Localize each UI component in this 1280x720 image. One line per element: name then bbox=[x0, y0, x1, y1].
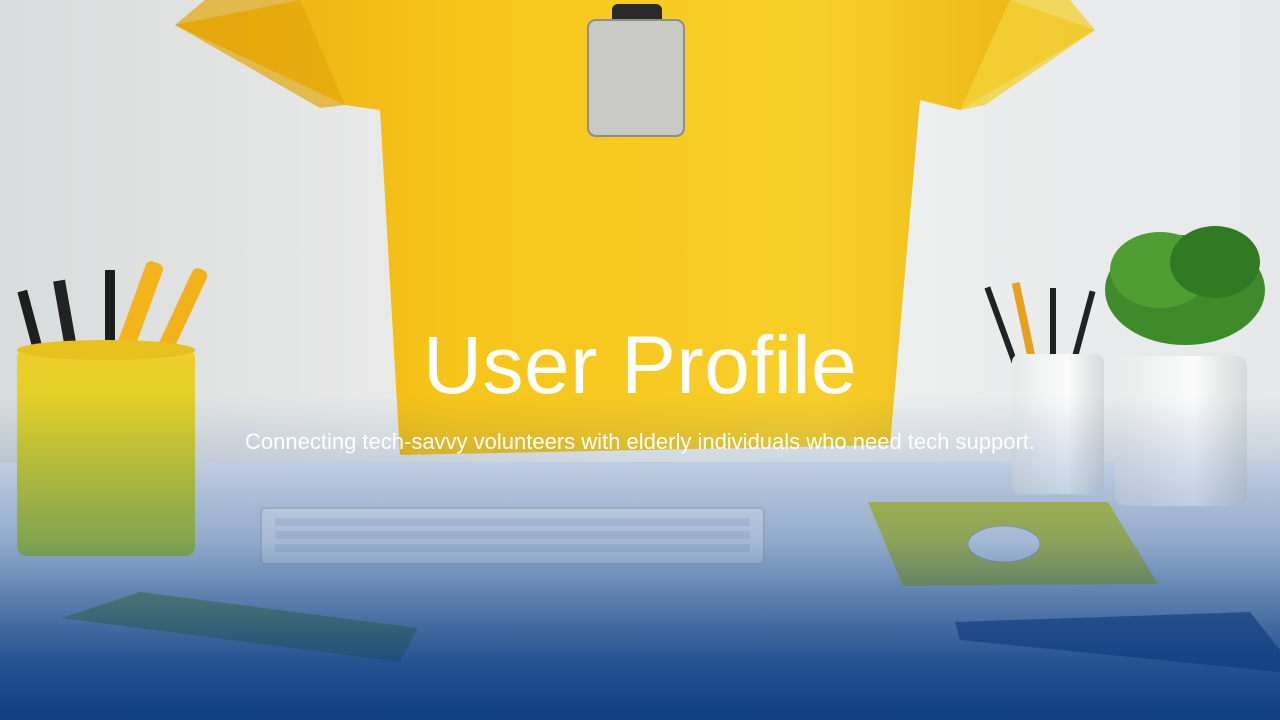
id-badge-icon bbox=[587, 4, 685, 137]
page-subtitle: Connecting tech-savvy volunteers with el… bbox=[245, 429, 1035, 454]
page-title: User Profile bbox=[422, 320, 858, 411]
hero-banner: User Profile Connecting tech-savvy volun… bbox=[0, 0, 1280, 720]
mouse-icon bbox=[967, 525, 1041, 563]
keyboard-icon bbox=[260, 507, 765, 565]
hero-content: User Profile Connecting tech-savvy volun… bbox=[0, 318, 1280, 456]
